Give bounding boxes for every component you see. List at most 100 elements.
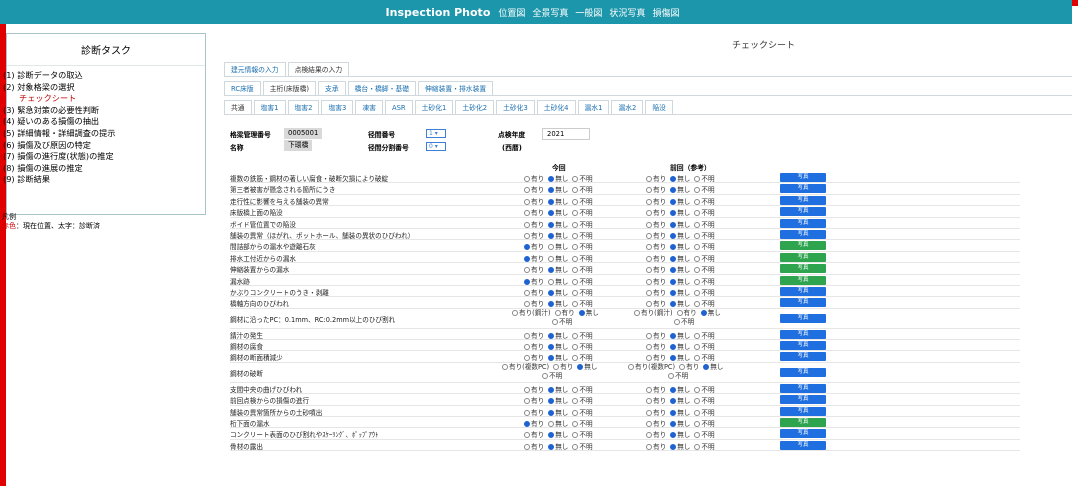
radio-options_break[interactable] — [703, 363, 710, 370]
photo-button[interactable]: 写真 — [780, 313, 826, 323]
radio-options3[interactable] — [646, 432, 652, 439]
radio-options3[interactable] — [572, 386, 579, 393]
damage-tab[interactable]: ASR — [384, 100, 413, 114]
radio-options3[interactable] — [670, 255, 677, 262]
split-select[interactable]: 0 ▾ — [426, 142, 446, 151]
radio-options_break[interactable] — [577, 363, 584, 370]
radio-options3[interactable] — [670, 244, 677, 251]
radio-options3[interactable] — [524, 443, 530, 450]
radio-options3[interactable] — [524, 301, 530, 308]
radio-options3[interactable] — [646, 355, 652, 362]
photo-button[interactable]: 写真 — [780, 264, 826, 274]
radio-options3[interactable] — [694, 198, 701, 205]
radio-options3[interactable] — [646, 386, 652, 393]
member-tab[interactable]: RC床版 — [224, 81, 261, 95]
photo-button[interactable]: 写真 — [780, 298, 826, 308]
radio-options_break[interactable] — [542, 372, 548, 379]
radio-options3[interactable] — [524, 210, 530, 217]
radio-options3[interactable] — [646, 398, 652, 405]
radio-options3[interactable] — [524, 187, 530, 194]
radio-options3[interactable] — [524, 221, 530, 228]
radio-options3[interactable] — [670, 301, 677, 308]
radio-options3[interactable] — [646, 232, 652, 239]
radio-options3[interactable] — [548, 301, 555, 308]
radio-options3[interactable] — [572, 443, 579, 450]
radio-options_break[interactable] — [679, 363, 686, 370]
photo-button[interactable]: 写真 — [780, 229, 826, 239]
task-item[interactable]: (1) 診断データの取込 — [3, 70, 115, 82]
photo-button[interactable]: 写真 — [780, 429, 826, 439]
radio-options3[interactable] — [572, 255, 579, 262]
radio-options3[interactable] — [694, 344, 701, 351]
radio-options3[interactable] — [548, 187, 555, 194]
radio-options3[interactable] — [572, 355, 579, 362]
member-tab[interactable]: 主桁(床版橋) — [262, 81, 317, 95]
photo-button[interactable]: 写真 — [780, 383, 826, 393]
radio-options3[interactable] — [694, 289, 701, 296]
input-tab[interactable]: 点検結果の入力 — [287, 62, 350, 76]
radio-options3[interactable] — [524, 278, 530, 285]
radio-options3[interactable] — [548, 421, 555, 428]
radio-options3[interactable] — [548, 221, 555, 228]
damage-tab[interactable]: 陥没 — [645, 100, 673, 114]
radio-options3[interactable] — [524, 421, 530, 428]
radio-options3[interactable] — [548, 267, 555, 274]
radio-options3[interactable] — [646, 198, 652, 205]
damage-tab[interactable]: 土砂化1 — [414, 100, 454, 114]
radio-options3[interactable] — [572, 344, 579, 351]
radio-options3[interactable] — [524, 398, 530, 405]
photo-button[interactable]: 写真 — [780, 184, 826, 194]
photo-button[interactable]: 写真 — [780, 352, 826, 362]
radio-options3[interactable] — [548, 232, 555, 239]
radio-options3[interactable] — [524, 176, 530, 182]
radio-options3[interactable] — [548, 210, 555, 217]
radio-options3[interactable] — [572, 432, 579, 439]
radio-options3[interactable] — [572, 332, 579, 339]
radio-options3[interactable] — [548, 432, 555, 439]
radio-options3[interactable] — [572, 289, 579, 296]
photo-button[interactable]: 写真 — [780, 207, 826, 217]
radio-options3[interactable] — [548, 289, 555, 296]
radio-options3[interactable] — [670, 221, 677, 228]
radio-options3[interactable] — [694, 278, 701, 285]
task-item[interactable]: (5) 詳細情報・詳細調査の提示 — [3, 128, 115, 140]
span-select[interactable]: 1 ▾ — [426, 129, 446, 138]
radio-options3[interactable] — [694, 432, 701, 439]
radio-options3[interactable] — [572, 244, 579, 251]
radio-options3[interactable] — [670, 355, 677, 362]
nav-overview-photo[interactable]: 全景写真 — [532, 6, 568, 19]
photo-button[interactable]: 写真 — [780, 218, 826, 228]
radio-options3[interactable] — [572, 267, 579, 274]
radio-options_crack[interactable] — [674, 318, 680, 325]
photo-button[interactable]: 写真 — [780, 418, 826, 428]
radio-options3[interactable] — [524, 344, 530, 351]
radio-options3[interactable] — [646, 443, 652, 450]
radio-options3[interactable] — [670, 198, 677, 205]
radio-options_crack[interactable] — [676, 309, 683, 316]
photo-button[interactable]: 写真 — [780, 440, 826, 450]
radio-options3[interactable] — [548, 244, 555, 251]
radio-options3[interactable] — [670, 278, 677, 285]
radio-options3[interactable] — [572, 409, 579, 416]
radio-options3[interactable] — [694, 398, 701, 405]
radio-options3[interactable] — [670, 344, 677, 351]
radio-options3[interactable] — [646, 332, 652, 339]
radio-options_break[interactable] — [502, 363, 508, 370]
radio-options_break[interactable] — [628, 363, 634, 370]
radio-options3[interactable] — [670, 210, 677, 217]
radio-options3[interactable] — [572, 210, 579, 217]
task-item[interactable]: (3) 緊急対策の必要性判断 — [3, 105, 115, 117]
radio-options3[interactable] — [670, 386, 677, 393]
nav-general-drawing[interactable]: 一般図 — [575, 6, 602, 19]
photo-button[interactable]: 写真 — [780, 173, 826, 182]
radio-options3[interactable] — [548, 443, 555, 450]
radio-options3[interactable] — [548, 409, 555, 416]
radio-options3[interactable] — [694, 176, 701, 182]
radio-options3[interactable] — [572, 232, 579, 239]
radio-options3[interactable] — [694, 221, 701, 228]
year-input[interactable]: 2021 — [542, 128, 590, 140]
radio-options3[interactable] — [670, 421, 677, 428]
radio-options_break[interactable] — [553, 363, 560, 370]
radio-options_crack[interactable] — [700, 309, 707, 316]
task-item[interactable]: (7) 損傷の進行度(状態)の推定 — [3, 151, 115, 163]
